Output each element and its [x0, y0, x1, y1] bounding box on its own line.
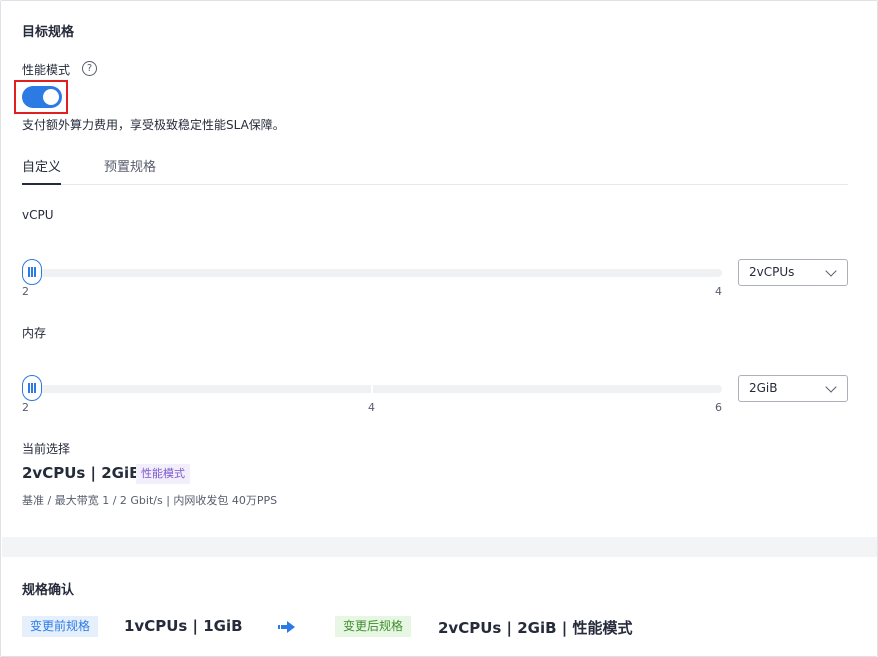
section-divider — [2, 537, 877, 557]
perf-mode-label: 性能模式 — [22, 63, 71, 77]
memory-track-divider — [371, 385, 373, 393]
grip-icon — [28, 383, 36, 393]
vcpu-tick-max: 4 — [715, 285, 722, 298]
bandwidth-specs: 基准 / 最大带宽 1 / 2 Gbit/s | 内网收发包 40万PPS — [22, 494, 278, 507]
current-selection-value: 2vCPUs | 2GiB — [22, 464, 141, 482]
memory-tick-min: 2 — [22, 401, 29, 414]
current-selection-label: 当前选择 — [22, 442, 71, 456]
memory-tick-mid: 4 — [368, 401, 375, 414]
spec-confirm-title: 规格确认 — [22, 583, 75, 598]
perf-mode-toggle[interactable] — [22, 86, 62, 108]
grip-icon — [28, 267, 36, 277]
vcpu-slider-track[interactable] — [22, 269, 722, 277]
perf-mode-description: 支付额外算力费用，享受极致稳定性能SLA保障。 — [22, 118, 285, 132]
vcpu-select[interactable]: 2vCPUs — [738, 259, 848, 286]
vcpu-label: vCPU — [22, 208, 54, 222]
target-spec-title: 目标规格 — [22, 25, 75, 40]
toggle-knob — [43, 89, 59, 105]
vcpu-slider-thumb[interactable] — [22, 259, 42, 285]
memory-label: 内存 — [22, 326, 47, 340]
tab-preset-spec[interactable]: 预置规格 — [104, 156, 156, 185]
vcpu-select-value: 2vCPUs — [749, 265, 795, 279]
memory-select-value: 2GiB — [749, 381, 778, 395]
after-spec-value: 2vCPUs | 2GiB | 性能模式 — [438, 619, 633, 637]
before-spec-badge: 变更前规格 — [22, 616, 99, 637]
after-spec-badge: 变更后规格 — [335, 616, 412, 637]
vcpu-tick-min: 2 — [22, 285, 29, 298]
before-spec-value: 1vCPUs | 1GiB — [124, 617, 243, 635]
memory-tick-max: 6 — [715, 401, 722, 414]
perf-mode-badge: 性能模式 — [136, 464, 190, 484]
spec-tabs: 自定义 预置规格 — [22, 152, 848, 185]
help-icon[interactable]: ? — [82, 61, 97, 76]
memory-slider-track[interactable] — [22, 385, 722, 393]
memory-select[interactable]: 2GiB — [738, 375, 848, 402]
memory-slider-thumb[interactable] — [22, 375, 42, 401]
help-glyph: ? — [86, 63, 93, 74]
chevron-down-icon — [825, 265, 837, 277]
tab-custom[interactable]: 自定义 — [22, 156, 62, 185]
arrow-right-icon — [278, 621, 295, 633]
chevron-down-icon — [825, 381, 837, 393]
spec-change-panel: 目标规格 性能模式 ? 支付额外算力费用，享受极致稳定性能SLA保障。 自定义 … — [0, 0, 878, 657]
